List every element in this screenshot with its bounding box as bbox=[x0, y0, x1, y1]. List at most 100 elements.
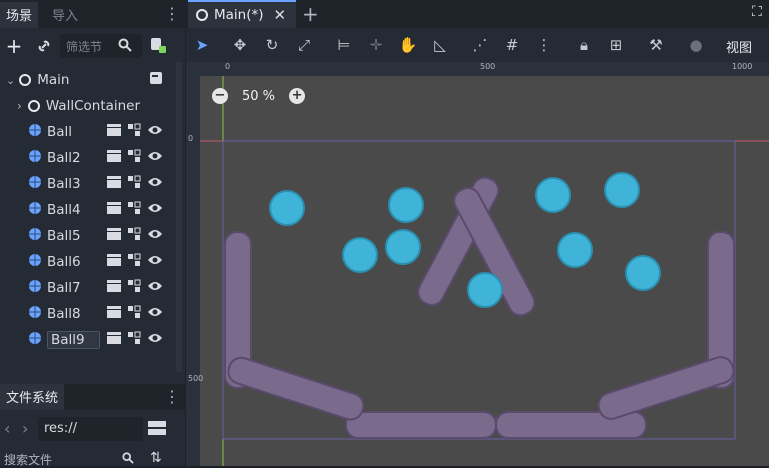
back-icon[interactable]: ‹ bbox=[4, 419, 10, 438]
chevron-down-icon[interactable]: ⌄ bbox=[6, 74, 15, 87]
tree-row-ball[interactable]: Ball8 bbox=[0, 301, 173, 327]
node2d-icon bbox=[27, 100, 40, 112]
eye-icon[interactable] bbox=[147, 124, 163, 140]
tree-row-ball[interactable]: Ball4 bbox=[0, 197, 173, 223]
bone-icon[interactable]: ⚒ bbox=[644, 33, 668, 57]
clapperboard-icon[interactable] bbox=[107, 280, 121, 296]
tab-scene[interactable]: 场景 bbox=[0, 2, 39, 28]
zoom-out-button[interactable]: − bbox=[212, 88, 228, 104]
eye-icon[interactable] bbox=[147, 306, 163, 322]
tree-row-ball[interactable]: Ball bbox=[0, 119, 173, 145]
group-selected-icon[interactable] bbox=[127, 253, 141, 271]
group-selected-icon[interactable] bbox=[127, 305, 141, 323]
filesystem-menu-icon[interactable]: ⋮ bbox=[164, 389, 180, 405]
eye-icon[interactable] bbox=[147, 176, 163, 192]
tree-scrollbar[interactable] bbox=[176, 62, 182, 372]
ruler-tick-0: 0 bbox=[225, 62, 231, 71]
view-menu[interactable]: 视图 bbox=[726, 37, 752, 56]
tree-row-wallcontainer[interactable]: › WallContainer bbox=[0, 93, 173, 119]
add-node-icon[interactable]: + bbox=[4, 34, 24, 58]
node-label-main: Main bbox=[37, 72, 70, 88]
chevron-right-icon[interactable]: › bbox=[17, 99, 22, 113]
ruler-tick-1000: 1000 bbox=[732, 62, 753, 71]
scale-tool-icon[interactable]: ⤢ bbox=[292, 33, 316, 57]
zoom-controls: − 50 % + bbox=[212, 86, 306, 106]
group-icon[interactable]: ⊞ bbox=[604, 33, 628, 57]
eye-icon[interactable] bbox=[147, 254, 163, 270]
measure-tool-icon[interactable]: ◺ bbox=[428, 33, 452, 57]
forward-icon[interactable]: › bbox=[22, 419, 28, 438]
scene-dock-menu-icon[interactable]: ⋮ bbox=[164, 6, 180, 22]
instance-scene-icon[interactable] bbox=[150, 37, 166, 57]
clapperboard-icon[interactable] bbox=[107, 202, 121, 218]
tab-import[interactable]: 导入 bbox=[46, 2, 84, 28]
ball-2 bbox=[388, 187, 424, 223]
group-selected-icon[interactable] bbox=[127, 123, 141, 141]
tab-main-scene[interactable]: Main(*) ✕ bbox=[188, 0, 296, 28]
clapperboard-icon[interactable] bbox=[107, 254, 121, 270]
select-tool-icon[interactable]: ➤ bbox=[190, 33, 214, 57]
node-label-ball: Ball bbox=[47, 124, 73, 140]
rotate-tool-icon[interactable]: ↻ bbox=[260, 33, 284, 57]
clapperboard-icon[interactable] bbox=[107, 124, 121, 140]
ball-5 bbox=[467, 272, 503, 308]
node-label-ball: Ball2 bbox=[47, 150, 81, 166]
lock-icon[interactable]: 🔒︎ bbox=[572, 33, 596, 57]
grid-snap-icon[interactable]: # bbox=[500, 33, 524, 57]
close-icon[interactable]: ✕ bbox=[274, 6, 287, 24]
smart-snap-icon[interactable]: ⋰ bbox=[468, 33, 492, 57]
eye-icon[interactable] bbox=[147, 280, 163, 296]
camera-icon[interactable]: ● bbox=[684, 33, 708, 57]
split-view-icon[interactable] bbox=[148, 420, 166, 440]
ruler-tool-icon[interactable]: ⊨ bbox=[332, 33, 356, 57]
group-selected-icon[interactable] bbox=[127, 175, 141, 193]
scene-dock: 场景 导入 ⋮ + 筛选节 ⌄ Main › WallContainer 文件系… bbox=[0, 0, 185, 468]
clapperboard-icon[interactable] bbox=[107, 228, 121, 244]
script-icon[interactable] bbox=[149, 71, 163, 89]
link-icon[interactable] bbox=[34, 36, 54, 56]
group-selected-icon[interactable] bbox=[127, 227, 141, 245]
wall-bottom-left bbox=[345, 411, 497, 439]
tree-row-ball[interactable]: Ball5 bbox=[0, 223, 173, 249]
zoom-in-button[interactable]: + bbox=[289, 88, 306, 104]
search-files-input[interactable]: 搜索文件 bbox=[4, 451, 52, 468]
move-tool-icon[interactable]: ✥ bbox=[228, 33, 252, 57]
ruler-tick-500: 500 bbox=[480, 62, 496, 71]
path-field[interactable]: res:// bbox=[38, 417, 143, 441]
zoom-label[interactable]: 50 % bbox=[242, 89, 275, 104]
group-selected-icon[interactable] bbox=[127, 149, 141, 167]
tree-row-ball[interactable]: Ball9 bbox=[0, 327, 173, 353]
tree-row-main[interactable]: ⌄ Main bbox=[0, 67, 173, 93]
clapperboard-icon[interactable] bbox=[107, 332, 121, 348]
snap-options-icon[interactable]: ⋮ bbox=[532, 33, 556, 57]
node-label-ball: Ball3 bbox=[47, 176, 81, 192]
fullscreen-icon[interactable]: ⛶ bbox=[752, 4, 762, 20]
ball-6 bbox=[535, 177, 571, 213]
group-selected-icon[interactable] bbox=[127, 331, 141, 349]
eye-icon[interactable] bbox=[147, 228, 163, 244]
horizontal-ruler: 0 500 1000 bbox=[200, 62, 769, 76]
group-selected-icon[interactable] bbox=[127, 279, 141, 297]
eye-icon[interactable] bbox=[147, 332, 163, 348]
clapperboard-icon[interactable] bbox=[107, 306, 121, 322]
add-scene-tab-icon[interactable]: + bbox=[302, 2, 319, 26]
pan-tool-icon[interactable]: ✋ bbox=[396, 33, 420, 57]
ball-3 bbox=[342, 237, 378, 273]
tab-filesystem[interactable]: 文件系统 bbox=[0, 384, 65, 410]
eye-icon[interactable] bbox=[147, 150, 163, 166]
tree-row-ball[interactable]: Ball2 bbox=[0, 145, 173, 171]
tree-row-ball[interactable]: Ball3 bbox=[0, 171, 173, 197]
rigidbody-icon bbox=[28, 123, 42, 141]
sort-icon[interactable]: ⇅ bbox=[150, 450, 162, 466]
pivot-tool-icon[interactable]: ✛ bbox=[364, 33, 388, 57]
rigidbody-icon bbox=[28, 227, 42, 245]
rigidbody-icon bbox=[28, 253, 42, 271]
canvas-viewport[interactable] bbox=[186, 62, 769, 466]
group-selected-icon[interactable] bbox=[127, 201, 141, 219]
ball-4 bbox=[385, 229, 421, 265]
tree-row-ball[interactable]: Ball6 bbox=[0, 249, 173, 275]
clapperboard-icon[interactable] bbox=[107, 150, 121, 166]
clapperboard-icon[interactable] bbox=[107, 176, 121, 192]
eye-icon[interactable] bbox=[147, 202, 163, 218]
tree-row-ball[interactable]: Ball7 bbox=[0, 275, 173, 301]
